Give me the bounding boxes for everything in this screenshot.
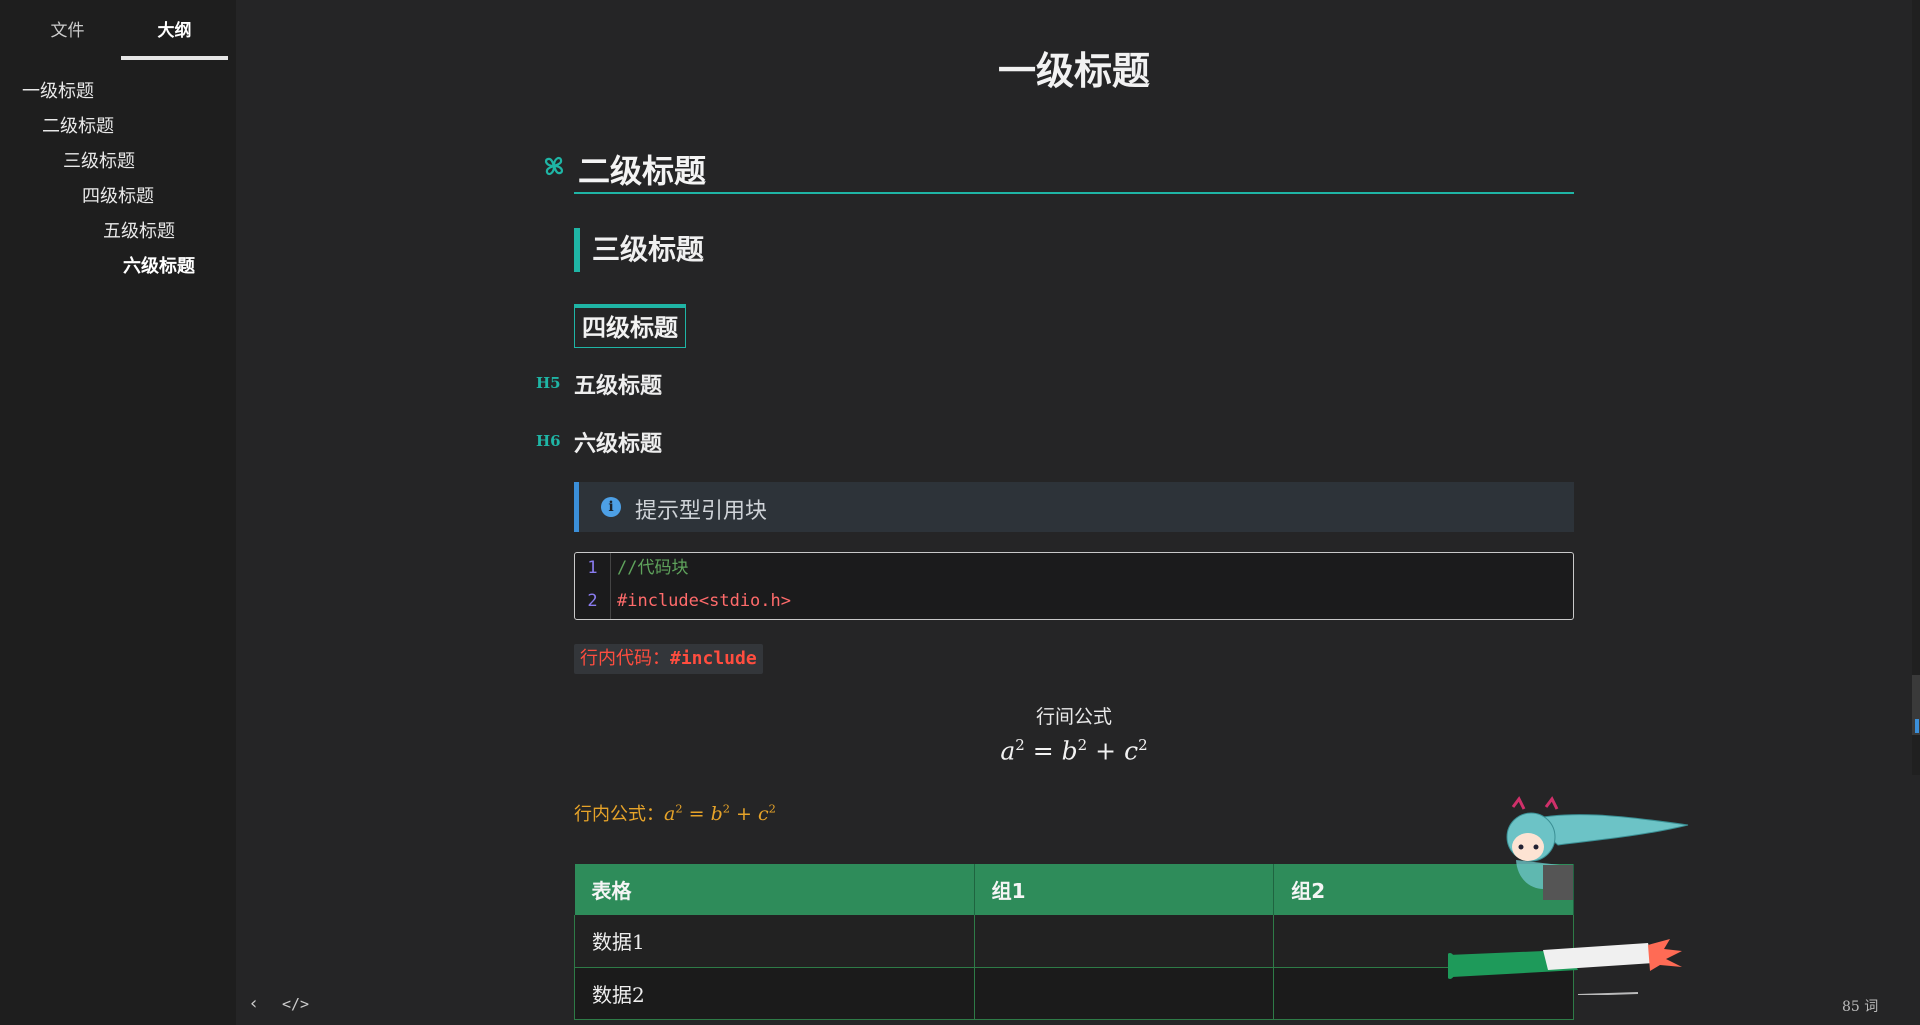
vertical-scrollbar[interactable] xyxy=(1912,0,1920,775)
table-row: 数据1 xyxy=(574,915,1574,968)
table-header-cell[interactable]: 表格 xyxy=(574,864,975,915)
h5-marker: H5 xyxy=(536,374,561,392)
pinwheel-icon xyxy=(544,156,564,176)
code-line-include: #include<stdio.h> xyxy=(617,591,791,611)
inline-formula: a2 = b2 + c2 xyxy=(664,801,776,825)
info-icon: i xyxy=(601,497,621,517)
formula-var-b: b xyxy=(1061,736,1078,766)
inline-formula-paragraph[interactable]: 行内公式：a2 = b2 + c2 xyxy=(574,800,776,826)
scrollbar-thumb[interactable] xyxy=(1912,675,1920,735)
formula-exp: 2 xyxy=(1015,736,1025,754)
display-formula[interactable]: a2 = b2 + c2 xyxy=(574,736,1574,765)
heading-2[interactable]: 二级标题 xyxy=(578,146,706,192)
h6-marker: H6 xyxy=(536,432,561,450)
table-cell[interactable] xyxy=(973,967,1275,1020)
formula-var-a: a xyxy=(1000,736,1016,766)
heading-5[interactable]: 五级标题 xyxy=(574,374,662,399)
line-number: 2 xyxy=(587,591,598,611)
outline-list: 一级标题 二级标题 三级标题 四级标题 五级标题 六级标题 xyxy=(0,60,236,284)
code-source-icon[interactable]: </> xyxy=(282,995,309,1013)
code-line-comment: //代码块 xyxy=(617,558,689,578)
formula-var-b: b xyxy=(710,803,723,825)
inline-code-paragraph[interactable]: 行内代码：#include xyxy=(574,644,763,674)
callout-text: 提示型引用块 xyxy=(635,499,768,524)
formula-exp: 2 xyxy=(1077,736,1088,754)
display-formula-title: 行间公式 xyxy=(1035,706,1112,728)
table-cell[interactable]: 数据1 xyxy=(574,915,975,968)
formula-eq: = xyxy=(682,803,711,825)
code-lines: //代码块 #include<stdio.h> xyxy=(617,553,791,619)
outline-item-h1[interactable]: 一级标题 xyxy=(0,74,236,109)
callout-blockquote[interactable]: i 提示型引用块 xyxy=(574,482,1574,532)
outline-item-h5[interactable]: 五级标题 xyxy=(0,214,236,249)
sidebar: 文件 大纲 一级标题 二级标题 三级标题 四级标题 五级标题 六级标题 xyxy=(0,0,236,1025)
heading-5-block: H5 五级标题 xyxy=(536,368,662,400)
table-cell[interactable] xyxy=(973,915,1275,968)
heading-3[interactable]: 三级标题 xyxy=(574,228,704,272)
sidebar-tabs: 文件 大纲 xyxy=(0,0,236,60)
line-number: 1 xyxy=(587,558,598,578)
mascot-decoration xyxy=(1448,796,1689,995)
word-count[interactable]: 85 词 xyxy=(1842,996,1878,1016)
heading-6[interactable]: 六级标题 xyxy=(574,432,662,457)
data-table: 表格 组1 组2 数据1 数据2 xyxy=(574,864,1574,1020)
table-header-row: 表格 组1 组2 xyxy=(574,864,1574,915)
formula-plus: + xyxy=(1087,736,1125,766)
inline-code-label: 行内代码： xyxy=(580,648,670,669)
outline-item-h6[interactable]: 六级标题 xyxy=(0,249,236,284)
heading-6-block: H6 六级标题 xyxy=(536,426,662,458)
formula-plus: + xyxy=(730,803,758,825)
formula-exp: 2 xyxy=(722,801,730,816)
formula-exp: 2 xyxy=(768,801,776,816)
outline-item-h3[interactable]: 三级标题 xyxy=(0,144,236,179)
outline-item-h2[interactable]: 二级标题 xyxy=(0,109,236,144)
chevron-left-icon[interactable]: ‹ xyxy=(250,993,257,1014)
formula-exp: 2 xyxy=(1138,736,1148,754)
formula-var-a: a xyxy=(664,803,676,825)
inline-code: #include xyxy=(670,648,757,669)
table-header-cell[interactable]: 组1 xyxy=(974,864,1275,915)
outline-item-h4[interactable]: 四级标题 xyxy=(0,179,236,214)
table-row: 数据2 xyxy=(574,967,1574,1020)
tab-outline[interactable]: 大纲 xyxy=(121,0,228,60)
heading-4[interactable]: 四级标题 xyxy=(574,304,686,348)
formula-var-c: c xyxy=(758,803,769,825)
heading-2-block: 二级标题 xyxy=(544,142,1574,194)
inline-formula-label: 行内公式： xyxy=(574,804,664,825)
heading-1[interactable]: 一级标题 xyxy=(574,40,1574,95)
code-block[interactable]: 1 2 //代码块 #include<stdio.h> xyxy=(574,552,1574,620)
scroll-marker xyxy=(1915,719,1919,733)
code-gutter: 1 2 xyxy=(575,553,611,619)
tab-files[interactable]: 文件 xyxy=(14,0,121,60)
formula-var-c: c xyxy=(1124,736,1139,766)
formula-eq: = xyxy=(1024,736,1062,766)
formula-exp: 2 xyxy=(675,801,683,816)
table-cell[interactable]: 数据2 xyxy=(574,967,975,1020)
